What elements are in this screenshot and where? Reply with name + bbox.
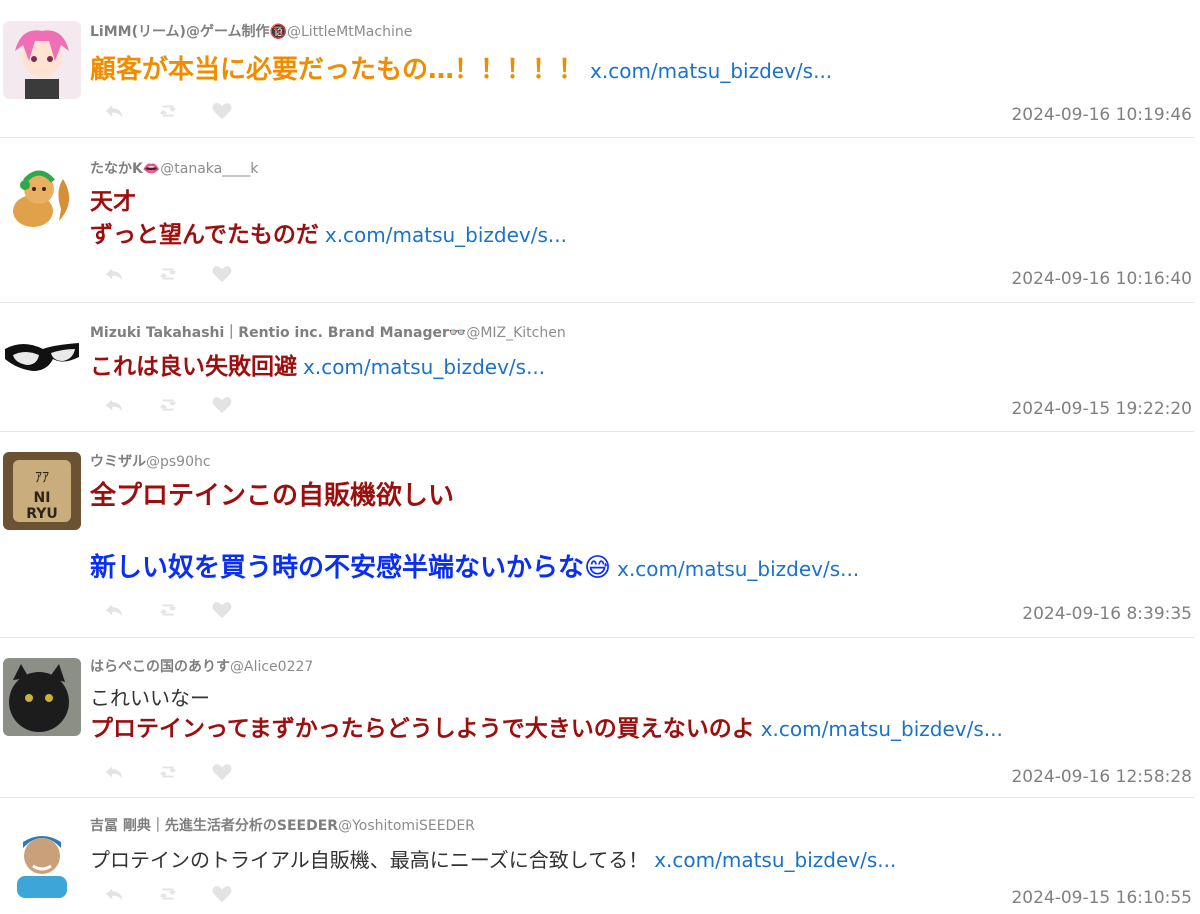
tweet-text: 全プロテインこの自販機欲しい: [90, 481, 455, 511]
tweet-body: これいいなー プロテインってまずかったらどうしようで大きいの買えないのよ x.co…: [90, 684, 1184, 746]
tweet-actions: [103, 598, 233, 622]
timestamp[interactable]: 2024-09-15 16:10:55: [1011, 888, 1192, 908]
like-icon[interactable]: [211, 263, 233, 285]
user-handle[interactable]: @tanaka____k: [160, 161, 258, 177]
tweet-body: 顧客が本当に必要だったもの…！！！！！ x.com/matsu_bizdev/s.…: [90, 52, 1184, 90]
avatar[interactable]: [3, 820, 81, 898]
tweet-actions: [103, 99, 233, 123]
tweet-header: 吉冨 剛典｜先進生活者分析のSEEDER@YoshitomiSEEDER: [90, 815, 475, 835]
user-name[interactable]: はらぺこの国のありす: [90, 659, 230, 675]
tweet-text: 天才: [90, 189, 136, 215]
like-icon[interactable]: [211, 761, 233, 783]
tweet-body: 全プロテインこの自販機欲しい 新しい奴を買う時の不安感半端ないからな😅 x.com…: [90, 478, 1184, 587]
tweet-link[interactable]: x.com/matsu_bizdev/s...: [617, 557, 859, 581]
reply-icon[interactable]: [103, 883, 125, 905]
retweet-icon[interactable]: [157, 100, 179, 122]
user-handle[interactable]: @Alice0227: [230, 659, 313, 675]
tweet-text: 新しい奴を買う時の不安感半端ないからな😅: [90, 552, 612, 583]
like-icon[interactable]: [211, 599, 233, 621]
timestamp[interactable]: 2024-09-16 10:19:46: [1011, 105, 1192, 125]
user-name[interactable]: LiMM(リーム)@ゲーム制作🔞: [90, 24, 287, 40]
tweet-text: プロテインってまずかったらどうしようで大きいの買えないのよ: [90, 716, 755, 742]
avatar[interactable]: [3, 21, 81, 99]
tweet-actions: [103, 393, 233, 417]
tweet-item: ｱｱ NI RYU ウミザル@ps90hc 全プロテインこの自販機欲しい 新しい…: [0, 432, 1194, 638]
tweet-link[interactable]: x.com/matsu_bizdev/s...: [761, 717, 1003, 741]
user-name[interactable]: たなかK👄: [90, 161, 160, 177]
retweet-icon[interactable]: [157, 883, 179, 905]
tweet-link[interactable]: x.com/matsu_bizdev/s...: [590, 59, 832, 83]
avatar-image: ｱｱ NI RYU: [3, 452, 81, 530]
like-icon[interactable]: [211, 394, 233, 416]
user-name[interactable]: ウミザル: [90, 454, 146, 470]
reply-icon[interactable]: [103, 263, 125, 285]
tweet-header: はらぺこの国のありす@Alice0227: [90, 656, 313, 676]
timestamp[interactable]: 2024-09-15 19:22:20: [1011, 399, 1192, 419]
user-handle[interactable]: @MIZ_Kitchen: [466, 325, 565, 341]
tweet-link[interactable]: x.com/matsu_bizdev/s...: [654, 848, 896, 872]
tweet-item: たなかK👄@tanaka____k 天才 ずっと望んでたものだ x.com/mat…: [0, 138, 1194, 303]
user-name[interactable]: Mizuki Takahashi｜Rentio inc. Brand Manag…: [90, 325, 466, 341]
tweet-text: ずっと望んでたものだ: [90, 222, 319, 249]
tweet-link[interactable]: x.com/matsu_bizdev/s...: [303, 355, 545, 379]
retweet-icon[interactable]: [157, 394, 179, 416]
timestamp[interactable]: 2024-09-16 12:58:28: [1011, 767, 1192, 787]
tweet-actions: [103, 262, 233, 286]
tweet-header: ウミザル@ps90hc: [90, 451, 211, 471]
tweet-text: 顧客が本当に必要だったもの…！！！！！: [90, 55, 585, 85]
avatar[interactable]: [3, 319, 81, 397]
tweet-link[interactable]: x.com/matsu_bizdev/s...: [325, 223, 567, 247]
tweet-text: これは良い失敗回避: [90, 354, 297, 380]
tweet-header: LiMM(リーム)@ゲーム制作🔞@LittleMtMachine: [90, 21, 412, 41]
avatar-image: [3, 319, 81, 397]
svg-text:RYU: RYU: [26, 506, 58, 522]
tweet-item: LiMM(リーム)@ゲーム制作🔞@LittleMtMachine 顧客が本当に必…: [0, 0, 1194, 138]
reply-icon[interactable]: [103, 100, 125, 122]
user-handle[interactable]: @YoshitomiSEEDER: [338, 818, 475, 834]
reply-icon[interactable]: [103, 599, 125, 621]
tweet-body: 天才 ずっと望んでたものだ x.com/matsu_bizdev/s...: [90, 186, 1184, 253]
timestamp[interactable]: 2024-09-16 10:16:40: [1011, 269, 1192, 289]
tweet-body: プロテインのトライアル自販機、最高にニーズに合致してる！ x.com/matsu_…: [90, 846, 1184, 875]
user-handle[interactable]: @ps90hc: [146, 454, 211, 470]
svg-text:NI: NI: [34, 490, 51, 506]
tweet-item: Mizuki Takahashi｜Rentio inc. Brand Manag…: [0, 303, 1194, 432]
retweet-icon[interactable]: [157, 761, 179, 783]
like-icon[interactable]: [211, 100, 233, 122]
reply-icon[interactable]: [103, 394, 125, 416]
user-handle[interactable]: @LittleMtMachine: [287, 24, 412, 40]
avatar[interactable]: [3, 161, 81, 239]
retweet-icon[interactable]: [157, 599, 179, 621]
avatar[interactable]: [3, 658, 81, 736]
tweet-text: これいいなー: [90, 686, 210, 710]
tweet-text: プロテインのトライアル自販機、最高にニーズに合致してる！: [90, 848, 649, 872]
tweet-header: たなかK👄@tanaka____k: [90, 158, 258, 178]
like-icon[interactable]: [211, 883, 233, 905]
avatar-image: [3, 658, 81, 736]
user-name[interactable]: 吉冨 剛典｜先進生活者分析のSEEDER: [90, 818, 338, 834]
tweet-actions: [103, 882, 233, 906]
timestamp[interactable]: 2024-09-16 8:39:35: [1022, 604, 1192, 624]
avatar[interactable]: ｱｱ NI RYU: [3, 452, 81, 530]
svg-text:ｱｱ: ｱｱ: [35, 470, 49, 486]
tweet-body: これは良い失敗回避 x.com/matsu_bizdev/s...: [90, 351, 1184, 384]
avatar-image: [3, 161, 81, 239]
tweet-header: Mizuki Takahashi｜Rentio inc. Brand Manag…: [90, 322, 566, 342]
retweet-icon[interactable]: [157, 263, 179, 285]
tweet-item: 吉冨 剛典｜先進生活者分析のSEEDER@YoshitomiSEEDER プロテ…: [0, 798, 1194, 914]
tweet-item: はらぺこの国のありす@Alice0227 これいいなー プロテインってまずかった…: [0, 638, 1194, 798]
tweet-actions: [103, 760, 233, 784]
reply-icon[interactable]: [103, 761, 125, 783]
avatar-image: [3, 21, 81, 99]
avatar-image: [3, 820, 81, 898]
